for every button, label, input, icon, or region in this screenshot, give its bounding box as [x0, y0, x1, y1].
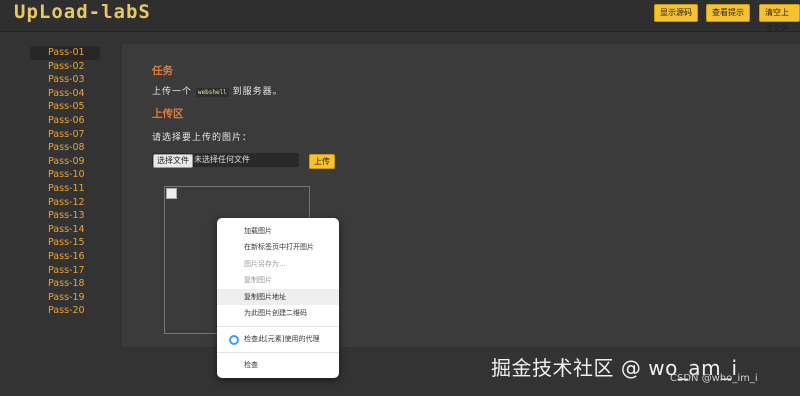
sidebar-item-pass-06[interactable]: Pass-06	[30, 114, 100, 128]
task-description: 上传一个 webshell 到服务器。	[152, 84, 283, 97]
sidebar-item-pass-19[interactable]: Pass-19	[30, 291, 100, 305]
ctx-separator	[217, 352, 339, 353]
ctx-copy-image-address[interactable]: 复制图片地址	[217, 289, 339, 305]
sidebar-item-pass-10[interactable]: Pass-10	[30, 168, 100, 182]
task-prefix: 上传一个	[152, 87, 193, 97]
ctx-separator	[217, 326, 339, 327]
show-source-button[interactable]: 显示源码	[654, 4, 698, 22]
sidebar-item-pass-07[interactable]: Pass-07	[30, 128, 100, 142]
task-suffix: 到服务器。	[232, 87, 283, 97]
sidebar-item-pass-16[interactable]: Pass-16	[30, 250, 100, 264]
task-heading: 任务	[152, 65, 173, 77]
ctx-save-image-as[interactable]: 图片另存为...	[217, 256, 339, 272]
broken-image-icon	[166, 188, 177, 199]
sidebar-item-pass-01[interactable]: Pass-01	[30, 46, 100, 60]
sidebar-item-pass-13[interactable]: Pass-13	[30, 209, 100, 223]
ctx-copy-image[interactable]: 复制图片	[217, 272, 339, 288]
sidebar-item-pass-05[interactable]: Pass-05	[30, 100, 100, 114]
upload-heading: 上传区	[152, 108, 184, 120]
file-input[interactable]: 选择文件 未选择任何文件	[152, 153, 299, 168]
view-hint-button[interactable]: 查看提示	[706, 4, 750, 22]
sidebar-item-pass-20[interactable]: Pass-20	[30, 304, 100, 318]
sidebar-item-pass-08[interactable]: Pass-08	[30, 141, 100, 155]
choose-file-button[interactable]: 选择文件	[153, 154, 193, 168]
sidebar-item-pass-11[interactable]: Pass-11	[30, 182, 100, 196]
ctx-open-image-new-tab[interactable]: 在新标签页中打开图片	[217, 239, 339, 255]
ctx-load-image[interactable]: 加载图片	[217, 223, 339, 239]
sidebar-item-pass-15[interactable]: Pass-15	[30, 236, 100, 250]
sidebar-item-pass-03[interactable]: Pass-03	[30, 73, 100, 87]
sidebar-item-pass-18[interactable]: Pass-18	[30, 277, 100, 291]
proxy-icon	[229, 335, 239, 345]
ctx-check-proxy[interactable]: 检查此[元素]使用的代理	[217, 331, 339, 347]
task-code: webshell	[195, 88, 229, 97]
sidebar-item-pass-09[interactable]: Pass-09	[30, 155, 100, 169]
sidebar-item-pass-12[interactable]: Pass-12	[30, 196, 100, 210]
watermark-small: CSDN @who_im_i	[670, 373, 758, 384]
sidebar-item-pass-14[interactable]: Pass-14	[30, 223, 100, 237]
upload-button[interactable]: 上传	[309, 154, 335, 169]
clear-uploads-button[interactable]: 清空上传文件	[759, 4, 800, 33]
context-menu: 加载图片 在新标签页中打开图片 图片另存为... 复制图片 复制图片地址 为此图…	[217, 218, 339, 378]
sidebar-item-pass-02[interactable]: Pass-02	[30, 60, 100, 74]
choose-image-label: 请选择要上传的图片：	[152, 133, 253, 143]
top-header: UpLoad-labS 显示源码 查看提示 清空上传文件	[0, 0, 800, 33]
ctx-inspect[interactable]: 检查	[217, 357, 339, 373]
sidebar-item-pass-04[interactable]: Pass-04	[30, 87, 100, 101]
sidebar-nav: Pass-01 Pass-02 Pass-03 Pass-04 Pass-05 …	[30, 46, 100, 318]
app-logo: UpLoad-labS	[14, 1, 151, 23]
file-status-text: 未选择任何文件	[194, 155, 250, 164]
ctx-create-qr-code[interactable]: 为此图片创建二维码	[217, 305, 339, 321]
sidebar-item-pass-17[interactable]: Pass-17	[30, 264, 100, 278]
